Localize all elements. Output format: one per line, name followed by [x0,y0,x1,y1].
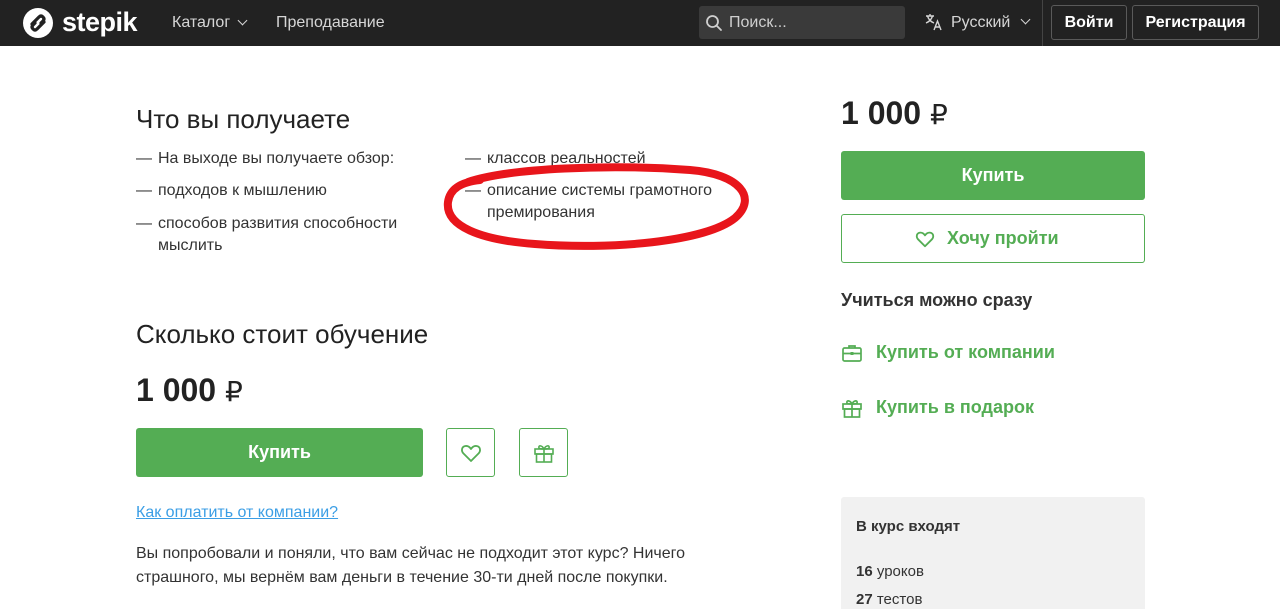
currency-symbol: ₽ [224,376,243,407]
nav-teaching[interactable]: Преподавание [276,13,385,33]
want-to-take-label: Хочу пройти [947,228,1059,248]
red-annotation-circle [443,163,749,250]
wishlist-button[interactable] [446,428,495,477]
what-you-get-title: Что вы получаете [136,104,351,134]
nav-catalog[interactable]: Каталог [172,13,248,33]
gift-icon [534,445,554,463]
gift-icon [842,400,862,418]
tests-count: 27 [856,591,873,608]
search-box[interactable] [699,6,905,39]
list-item-text: подходов к мышлению [158,182,327,199]
briefcase-icon [842,345,862,362]
company-payment-link[interactable]: Как оплатить от компании? [136,502,338,524]
includes-title: В курс входят [856,518,961,535]
price-value: 1 000 [841,95,922,131]
price-value: 1 000 [136,372,217,408]
top-navbar: stepik Каталог Преподавание Русский Войт… [0,0,1280,46]
tests-label: тестов [876,591,923,608]
refund-text: Вы попробовали и поняли, что вам сейчас … [136,545,686,586]
course-includes-panel: В курс входят 16 уроков 27 тестов [841,497,1145,609]
tests-count-row: 27 тестов [856,590,922,609]
gift-button[interactable] [519,428,568,477]
lessons-label: уроков [876,563,924,580]
currency-symbol: ₽ [929,99,948,130]
buy-button[interactable]: Купить [136,428,423,477]
translate-icon [925,14,942,31]
list-dash: — [136,215,152,232]
pricing-title: Сколько стоит обучение [136,319,429,349]
header-divider [1042,0,1043,46]
chevron-down-icon [1020,14,1031,25]
heart-icon [461,445,481,462]
buy-from-company-label: Купить от компании [876,342,1055,362]
chevron-down-icon [237,15,248,26]
stepik-logo-icon[interactable] [22,7,54,39]
sidebar-buy-button[interactable]: Купить [841,151,1145,200]
list-item-text: способов развития способности мыслить [158,215,398,254]
search-icon [706,15,722,31]
buy-as-gift-label: Купить в подарок [876,397,1034,417]
list-dash: — [136,182,152,199]
nav-catalog-label: Каталог [172,14,231,31]
want-to-take-button[interactable]: Хочу пройти [841,214,1145,263]
language-label: Русский [951,14,1011,31]
list-item-text: На выходе вы получаете обзор: [158,150,395,167]
login-button[interactable]: Войти [1051,5,1127,40]
search-input[interactable] [729,13,899,33]
register-button[interactable]: Регистрация [1132,5,1259,40]
logo-text[interactable]: stepik [62,5,138,39]
lessons-count: 16 [856,563,873,580]
list-dash: — [136,150,152,167]
lessons-count-row: 16 уроков [856,562,924,582]
sidebar-price: 1 000 ₽ [841,93,948,135]
heart-icon [915,231,935,248]
learn-now-label: Учиться можно сразу [841,290,1033,310]
course-price: 1 000 ₽ [136,370,243,412]
